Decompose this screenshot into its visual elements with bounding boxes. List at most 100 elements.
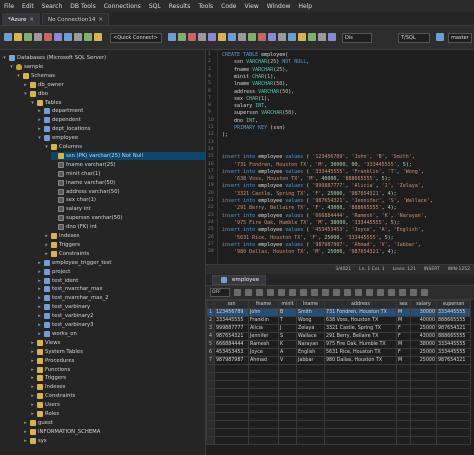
table-cell-minit[interactable]: A [278,348,297,357]
collapse-arrow-icon[interactable]: ▸ [37,303,42,311]
table-cell-lname[interactable]: Smith [296,308,325,317]
table-cell-sex[interactable]: M [396,340,411,349]
tree-node[interactable]: ▸ employee_trigger_test [37,259,205,267]
tree-node[interactable]: ▸ test_varbinary3 [37,321,205,329]
tree-node[interactable]: ▸ guest [23,419,205,427]
collapse-arrow-icon[interactable]: ▸ [23,419,28,427]
history-icon[interactable] [228,33,236,41]
export-results-icon[interactable] [344,289,351,296]
table-cell-fname[interactable]: Franklin [248,316,279,325]
expand-arrow-icon[interactable]: ▾ [44,143,49,151]
run-script-icon[interactable] [168,33,176,41]
tree-node[interactable]: ▸ Procedures [30,357,205,365]
comment-icon[interactable] [288,33,296,41]
menu-item-db-tools[interactable]: DB Tools [70,3,95,10]
collapse-arrow-icon[interactable]: ▸ [30,374,35,382]
tree-node[interactable]: salary int [51,205,205,213]
tree-node[interactable]: ▸ test_ident [37,277,205,285]
column-header-sex[interactable]: sex [396,300,411,309]
table-row[interactable]: 5 666884444 Ramesh K Narayan 975 Fire Oak, Hu… [206,340,471,349]
tree-node[interactable]: ▸ Triggers [44,241,205,249]
save-changes-icon[interactable] [300,289,307,296]
table-cell-sex[interactable]: F [396,332,411,341]
table-cell-ssn[interactable]: 333445555 [214,316,249,325]
tree-node[interactable]: ▸ INFORMATION_SCHEMA [23,428,205,436]
editor-code[interactable]: CREATE TABLE employee( ssn VARCHAR(25) N… [222,50,472,260]
table-cell-minit[interactable]: J [278,324,297,333]
cancel-changes-icon[interactable] [311,289,318,296]
results-grid[interactable]: ssn fname minit lname address sex salary supers… [206,300,474,455]
collapse-arrow-icon[interactable]: ▸ [30,339,35,347]
tree-node[interactable]: fname varchar(25) [51,161,205,169]
tree-node[interactable]: ▸ Views [30,339,205,347]
table-cell-ssn[interactable]: 453453453 [214,348,249,357]
table-cell-ssn[interactable]: 987987987 [214,356,249,365]
uppercase-icon[interactable] [328,33,336,41]
filter-icon[interactable] [322,289,329,296]
format-icon[interactable] [208,33,216,41]
collapse-arrow-icon[interactable]: ▸ [44,232,49,240]
new-connection-icon[interactable] [4,33,12,41]
find-in-results-icon[interactable] [366,289,373,296]
expand-arrow-icon[interactable]: ▾ [37,134,42,142]
column-header-minit[interactable]: minit [278,300,297,309]
tree-node[interactable]: ▸ System Tables [30,348,205,356]
menu-item-search[interactable]: Search [42,3,63,10]
grid-corner[interactable] [206,300,215,309]
tree-node[interactable]: ▸ test_varbinary [37,303,205,311]
tree-node[interactable]: ▸ department [37,107,205,115]
table-cell-sex[interactable]: F [396,348,411,357]
table-cell-superssn[interactable]: 888665555 [436,316,471,325]
menu-item-code[interactable]: Code [221,3,236,10]
tree-node[interactable]: ▾ sample [9,63,205,71]
outdent-icon[interactable] [318,33,326,41]
tree-node[interactable]: ▸ test_varbinary2 [37,312,205,320]
collapse-arrow-icon[interactable]: ▸ [37,107,42,115]
tree-node[interactable]: ▾ Columns [44,143,205,151]
expand-arrow-icon[interactable]: ▾ [2,54,7,62]
run-statement-icon[interactable] [178,33,186,41]
server-icon[interactable] [436,33,444,41]
table-cell-lname[interactable]: Narayan [296,340,325,349]
document-tab[interactable]: *Azure ✕ [2,13,41,25]
tree-node[interactable]: ▸ db_owner [23,81,205,89]
tree-node[interactable]: ▸ project [37,268,205,276]
collapse-arrow-icon[interactable]: ▸ [30,392,35,400]
table-row[interactable]: 1 123456789 John B Smith 731 Fondren, Houston… [206,308,471,317]
table-cell-lname[interactable]: Wallace [296,332,325,341]
tree-node[interactable]: ssn (PK) varchar(25) Not Null [51,151,205,160]
tree-node[interactable]: ▸ Users [30,401,205,409]
expand-arrow-icon[interactable]: ▾ [23,90,28,98]
table-cell-lname[interactable]: Wong [296,316,325,325]
menu-item-view[interactable]: View [245,3,259,10]
compare-icon[interactable] [268,33,276,41]
table-row[interactable]: 3 999887777 Alicia J Zelaya 3321 Castle, Spri… [206,324,471,333]
table-cell-ssn[interactable]: 123456789 [214,308,249,317]
zoom-icon[interactable] [278,33,286,41]
table-cell-superssn[interactable]: 987654321 [436,324,471,333]
collapse-arrow-icon[interactable]: ▸ [30,410,35,418]
menu-item-edit[interactable]: Edit [22,3,34,10]
collapse-arrow-icon[interactable]: ▸ [37,259,42,267]
table-cell-superssn[interactable]: 987654321 [436,356,471,365]
table-cell-address[interactable]: 731 Fondren, Houston TX [324,308,397,317]
menu-item-sql[interactable]: SQL [149,3,161,10]
collapse-arrow-icon[interactable]: ▸ [44,241,49,249]
refresh-mode-select[interactable]: OFF [210,288,230,297]
tree-node[interactable]: ▸ Indexes [30,383,205,391]
collapse-arrow-icon[interactable]: ▸ [37,312,42,320]
bookmark-icon[interactable] [218,33,226,41]
table-cell-address[interactable]: 3321 Castle, Spring TX [324,324,397,333]
table-cell-address[interactable]: 5631 Rice, Houston TX [324,348,397,357]
table-cell-sex[interactable]: M [396,356,411,365]
menu-item-results[interactable]: Results [169,3,191,10]
close-tab-icon[interactable]: ✕ [29,17,34,23]
table-row[interactable]: 4 987654321 Jennifer S Wallace 291 Berry, Bel… [206,332,471,341]
tree-node[interactable]: ▾ Schemas [16,72,205,80]
tree-node[interactable]: ▾ dbo [23,90,205,98]
delete-row-icon[interactable] [289,289,296,296]
menu-item-help[interactable]: Help [298,3,312,10]
execute-icon[interactable] [84,33,92,41]
table-row[interactable]: 2 333445555 Franklin T Wong 638 Voss, Houston… [206,316,471,325]
tree-node[interactable]: ▸ test_nvarchar_max [37,285,205,293]
